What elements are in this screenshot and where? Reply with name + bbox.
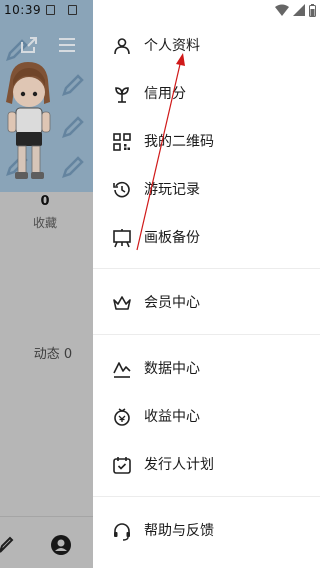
menu-item-label: 收益中心 [144, 409, 200, 425]
battery-icon [309, 3, 316, 17]
menu-item-help-feedback[interactable]: 帮助与反馈 [93, 511, 320, 551]
sprout-icon [115, 87, 129, 103]
menu-item-qr-code[interactable]: 我的二维码 [93, 122, 320, 162]
menu-item-label: 画板备份 [144, 230, 200, 246]
calendar-check-icon [113, 457, 131, 474]
signal-icon [293, 4, 305, 16]
headset-icon [114, 523, 130, 541]
menu-divider [93, 268, 320, 269]
person-icon [114, 38, 130, 55]
chart-line-icon [113, 362, 131, 378]
menu-item-label: 个人资料 [144, 38, 200, 54]
menu-item-label: 我的二维码 [144, 134, 214, 150]
menu-item-profile[interactable]: 个人资料 [93, 26, 320, 66]
menu-item-label: 发行人计划 [144, 457, 214, 473]
menu-item-credit-score[interactable]: 信用分 [93, 74, 320, 114]
menu-item-label: 帮助与反馈 [144, 523, 214, 539]
scrim[interactable] [0, 0, 93, 568]
easel-icon [113, 229, 131, 248]
crown-icon [113, 296, 131, 310]
status-icons [275, 3, 316, 17]
menu-item-data-center[interactable]: 数据中心 [93, 349, 320, 389]
menu-divider [93, 334, 320, 335]
menu-item-label: 会员中心 [144, 295, 200, 311]
coin-icon [114, 408, 130, 426]
menu-divider [93, 496, 320, 497]
menu-item-play-history[interactable]: 游玩记录 [93, 170, 320, 210]
menu-item-label: 数据中心 [144, 361, 200, 377]
menu-item-label: 游玩记录 [144, 182, 200, 198]
qr-code-icon [113, 133, 131, 151]
wifi-icon [275, 4, 289, 16]
navigation-drawer: 个人资料 信用分 我的二维码 游玩记录 画板备份 会员中心 数据中心 收益中心 … [93, 0, 320, 568]
menu-item-publisher-plan[interactable]: 发行人计划 [93, 445, 320, 485]
menu-item-canvas-backup[interactable]: 画板备份 [93, 218, 320, 258]
history-icon [113, 181, 130, 198]
menu-item-earnings-center[interactable]: 收益中心 [93, 397, 320, 437]
menu-item-membership[interactable]: 会员中心 [93, 283, 320, 323]
menu-item-label: 信用分 [144, 86, 186, 102]
